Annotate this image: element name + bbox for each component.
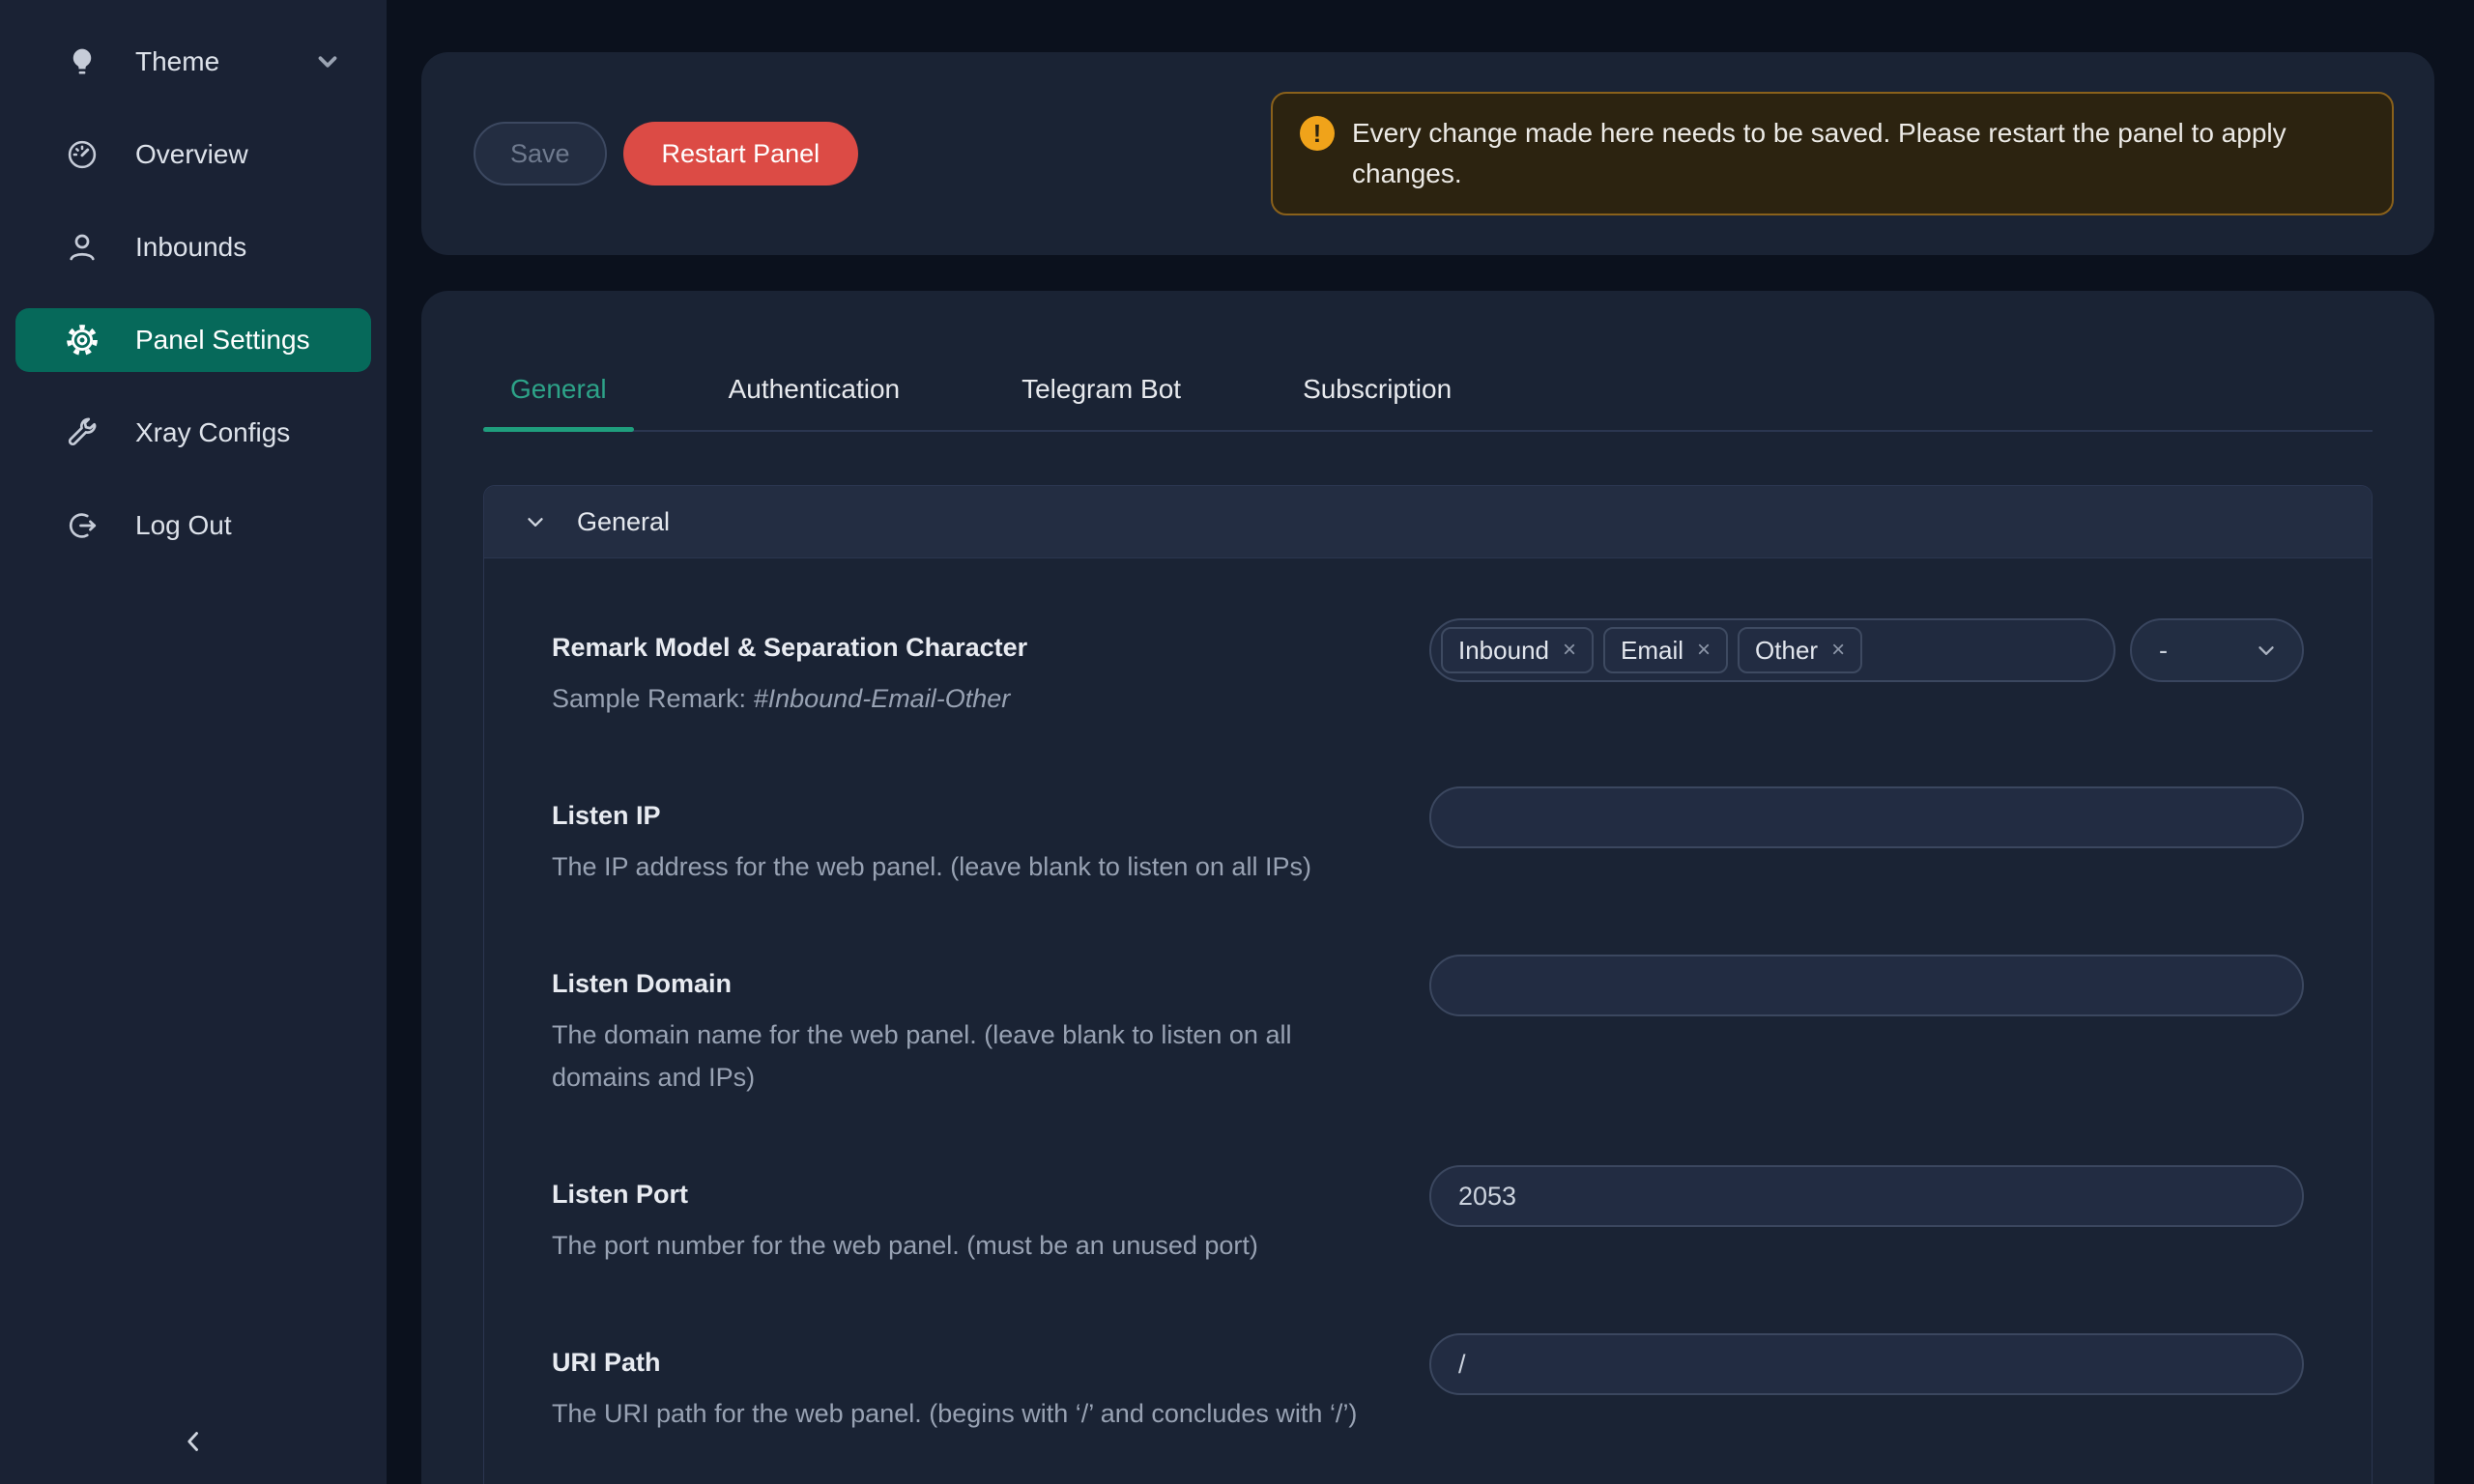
close-icon[interactable]: × [1831, 639, 1845, 662]
separation-character-select[interactable]: - [2130, 618, 2304, 682]
tag-other: Other × [1738, 627, 1862, 673]
restart-warning-alert: ! Every change made here needs to be sav… [1271, 92, 2394, 215]
close-icon[interactable]: × [1563, 639, 1576, 662]
sidebar-item-overview[interactable]: Overview [15, 123, 371, 186]
gear-icon [64, 322, 101, 358]
tab-telegram-bot[interactable]: Telegram Bot [994, 353, 1208, 430]
tab-authentication[interactable]: Authentication [702, 353, 927, 430]
alert-message: Every change made here needs to be saved… [1352, 113, 2365, 194]
sidebar-item-label: Log Out [135, 510, 232, 541]
field-label: Remark Model & Separation Character [552, 628, 1371, 667]
theme-label: Theme [135, 46, 219, 77]
field-label: URI Path [552, 1343, 1371, 1382]
tab-general[interactable]: General [483, 353, 634, 430]
wrench-icon [64, 414, 101, 451]
sidebar-item-label: Xray Configs [135, 417, 290, 448]
general-collapse-panel: General Remark Model & Separation Charac… [483, 485, 2373, 1484]
chevron-left-icon [177, 1425, 210, 1458]
field-label: Listen Domain [552, 964, 1371, 1003]
listen-port-input[interactable] [1429, 1165, 2304, 1227]
remark-model-tags-input[interactable]: Inbound × Email × Other × [1429, 618, 2115, 682]
main-content: Save Restart Panel ! Every change made h… [387, 0, 2474, 1484]
tab-subscription[interactable]: Subscription [1276, 353, 1479, 430]
user-icon [64, 229, 101, 266]
uri-path-input[interactable] [1429, 1333, 2304, 1395]
actions-card: Save Restart Panel ! Every change made h… [421, 52, 2434, 255]
sidebar-item-panel-settings[interactable]: Panel Settings [15, 308, 371, 372]
sidebar-item-xray-configs[interactable]: Xray Configs [15, 401, 371, 465]
sidebar-item-inbounds[interactable]: Inbounds [15, 215, 371, 279]
sidebar: Theme Overview Inbounds [0, 0, 387, 1484]
select-value: - [2159, 636, 2168, 666]
sidebar-item-label: Inbounds [135, 232, 246, 263]
form-row-remark-model: Remark Model & Separation Character Samp… [552, 618, 2304, 720]
field-description: The port number for the web panel. (must… [552, 1224, 1371, 1267]
warning-icon: ! [1300, 116, 1335, 151]
tag-inbound: Inbound × [1441, 627, 1594, 673]
field-label: Listen Port [552, 1175, 1371, 1213]
sample-remark-prefix: Sample Remark: [552, 684, 754, 713]
tag-label: Email [1621, 636, 1683, 666]
logout-icon [64, 507, 101, 544]
field-description: The domain name for the web panel. (leav… [552, 1013, 1371, 1099]
field-description: Sample Remark: #Inbound-Email-Other [552, 677, 1371, 720]
sidebar-item-label: Panel Settings [135, 325, 310, 356]
listen-domain-input[interactable] [1429, 955, 2304, 1016]
tag-label: Inbound [1458, 636, 1549, 666]
tag-email: Email × [1603, 627, 1728, 673]
sample-remark-value: #Inbound-Email-Other [754, 684, 1011, 713]
close-icon[interactable]: × [1697, 639, 1711, 662]
listen-ip-input[interactable] [1429, 786, 2304, 848]
sidebar-item-label: Overview [135, 139, 248, 170]
sidebar-item-log-out[interactable]: Log Out [15, 494, 371, 557]
chevron-down-icon [2254, 638, 2279, 663]
field-description: The URI path for the web panel. (begins … [552, 1392, 1371, 1435]
bulb-icon [64, 43, 101, 80]
tag-label: Other [1755, 636, 1818, 666]
form-row-listen-domain: Listen Domain The domain name for the we… [552, 955, 2304, 1099]
field-description: The IP address for the web panel. (leave… [552, 845, 1371, 888]
form-row-listen-ip: Listen IP The IP address for the web pan… [552, 786, 2304, 888]
chevron-down-icon [313, 47, 342, 76]
section-title: General [577, 507, 670, 537]
theme-dropdown[interactable]: Theme [15, 30, 371, 94]
form-row-listen-port: Listen Port The port number for the web … [552, 1165, 2304, 1267]
restart-panel-button[interactable]: Restart Panel [623, 122, 859, 186]
settings-tabs: General Authentication Telegram Bot Subs… [483, 291, 2373, 432]
settings-card: General Authentication Telegram Bot Subs… [421, 291, 2434, 1484]
chevron-down-icon [523, 509, 548, 534]
field-label: Listen IP [552, 796, 1371, 835]
general-collapse-header[interactable]: General [484, 486, 2372, 558]
general-form: Remark Model & Separation Character Samp… [484, 558, 2372, 1484]
sidebar-collapse-button[interactable] [170, 1418, 216, 1465]
dashboard-icon [64, 136, 101, 173]
save-button[interactable]: Save [474, 122, 607, 186]
form-row-uri-path: URI Path The URI path for the web panel.… [552, 1333, 2304, 1435]
